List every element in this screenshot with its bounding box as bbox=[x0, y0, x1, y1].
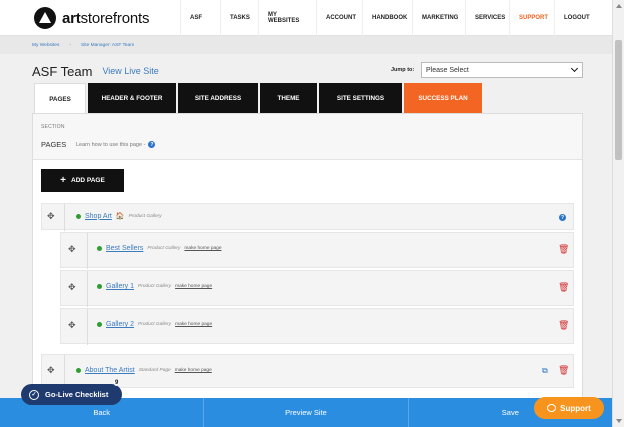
check-circle-icon: ✓ bbox=[29, 389, 39, 400]
nav-tasks[interactable]: TASKS bbox=[220, 0, 258, 36]
make-home-page-link[interactable]: make home page bbox=[175, 284, 212, 289]
page-row-about-the-artist[interactable]: ✥ About The Artist Standard Page make ho… bbox=[41, 354, 574, 389]
page-row-content: Gallery 2 Product Gallery make home page bbox=[97, 321, 212, 328]
nav-my-websites[interactable]: MY WEBSITES bbox=[258, 0, 316, 36]
help-icon[interactable]: ? bbox=[559, 214, 566, 221]
section-help[interactable]: Learn how to use this page - ? bbox=[76, 141, 156, 148]
chevron-down-icon bbox=[570, 64, 579, 73]
jump-to-select[interactable]: Please Select bbox=[421, 62, 583, 78]
page-link-best-sellers[interactable]: Best Sellers bbox=[106, 245, 143, 252]
scroll-thumb[interactable] bbox=[615, 40, 622, 160]
breadcrumb-my-websites[interactable]: My Websites bbox=[32, 43, 59, 48]
tab-success-plan[interactable]: SUCCESS PLAN bbox=[404, 83, 482, 114]
section-header: SECTION PAGES Learn how to use this page… bbox=[33, 114, 582, 160]
nav-support[interactable]: SUPPORT bbox=[509, 0, 554, 36]
help-icon[interactable]: ? bbox=[148, 141, 156, 148]
breadcrumb: My Websites › Site Manager: ASF Team bbox=[0, 36, 612, 54]
add-page-button[interactable]: + ADD PAGE bbox=[41, 169, 124, 192]
add-page-label: ADD PAGE bbox=[71, 177, 105, 184]
pages-panel: SECTION PAGES Learn how to use this page… bbox=[32, 113, 583, 403]
support-label: Support bbox=[560, 403, 591, 413]
row-divider bbox=[87, 309, 88, 345]
drag-handle-icon[interactable]: ✥ bbox=[47, 211, 55, 222]
plus-icon: + bbox=[60, 175, 66, 186]
tab-site-address[interactable]: SITE ADDRESS bbox=[178, 83, 258, 114]
main-menu: ASF TASKS MY WEBSITES ACCOUNT HANDBOOK M… bbox=[180, 0, 594, 36]
copy-icon[interactable]: ⧉ bbox=[542, 366, 548, 376]
nav-marketing[interactable]: MARKETING bbox=[412, 0, 465, 36]
nav-asf[interactable]: ASF bbox=[180, 0, 220, 36]
page-title: ASF Team bbox=[32, 63, 93, 79]
nav-logout[interactable]: LOGOUT bbox=[554, 0, 594, 36]
top-navigation: artstorefronts ASF TASKS MY WEBSITES ACC… bbox=[0, 0, 612, 36]
make-home-page-link[interactable]: make home page bbox=[184, 246, 221, 251]
view-live-site-link[interactable]: View Live Site bbox=[102, 66, 158, 76]
brand-name: artstorefronts bbox=[62, 9, 150, 27]
page-row-content: Shop Art 🏠 Product Gallery bbox=[76, 212, 162, 220]
row-divider bbox=[87, 271, 88, 307]
status-dot-icon bbox=[76, 213, 81, 219]
page-row-content: Best Sellers Product Gallery make home p… bbox=[97, 245, 222, 252]
page-scrollbar[interactable] bbox=[612, 0, 624, 427]
trash-icon[interactable]: 🗑 bbox=[558, 244, 569, 255]
page-header: ASF Team View Live Site bbox=[32, 62, 159, 80]
status-dot-icon bbox=[76, 368, 81, 373]
support-chat-button[interactable]: Support bbox=[534, 397, 604, 419]
trash-icon[interactable]: 🗑 bbox=[558, 320, 569, 331]
drag-handle-icon[interactable]: ✥ bbox=[47, 365, 55, 376]
section-label: SECTION bbox=[41, 124, 65, 130]
tab-pages[interactable]: PAGES bbox=[34, 83, 86, 114]
drag-handle-icon[interactable]: ✥ bbox=[68, 244, 76, 255]
status-dot-icon bbox=[97, 284, 102, 289]
home-icon: 🏠 bbox=[115, 213, 125, 220]
drag-handle-icon[interactable]: ✥ bbox=[68, 320, 76, 331]
breadcrumb-separator: › bbox=[69, 42, 71, 48]
brand-logo[interactable]: artstorefronts bbox=[34, 6, 149, 30]
breadcrumb-site-manager[interactable]: Site Manager: ASF Team bbox=[81, 43, 134, 48]
section-name: PAGES bbox=[41, 140, 67, 149]
trash-icon[interactable]: 🗑 bbox=[558, 365, 569, 376]
page-type: Product Gallery bbox=[147, 246, 181, 251]
page-row-content: Gallery 1 Product Gallery make home page bbox=[97, 283, 212, 290]
make-home-page-link[interactable]: make home page bbox=[175, 322, 212, 327]
row-divider bbox=[64, 204, 65, 231]
tab-header-footer[interactable]: HEADER & FOOTER bbox=[88, 83, 176, 114]
go-live-checklist-button[interactable]: ✓ Go-Live Checklist bbox=[21, 384, 122, 405]
chat-bubble-icon bbox=[547, 404, 557, 412]
page-link-about-the-artist[interactable]: About The Artist bbox=[85, 367, 135, 374]
page-link-gallery-1[interactable]: Gallery 1 bbox=[106, 283, 134, 290]
page-row-content: About The Artist Standard Page make home… bbox=[76, 367, 212, 374]
page-type: Product Gallery bbox=[128, 213, 162, 219]
jump-to-value: Please Select bbox=[426, 66, 469, 74]
make-home-page-link[interactable]: make home page bbox=[175, 368, 212, 373]
nav-services[interactable]: SERVICES bbox=[465, 0, 509, 36]
go-live-checklist-label: Go-Live Checklist bbox=[45, 390, 109, 399]
preview-site-button[interactable]: Preview Site bbox=[204, 398, 409, 427]
scroll-down-arrow-icon[interactable] bbox=[616, 419, 622, 423]
page-row-gallery-2[interactable]: ✥ Gallery 2 Product Gallery make home pa… bbox=[60, 308, 574, 345]
status-dot-icon bbox=[97, 246, 102, 251]
scroll-up-arrow-icon[interactable] bbox=[616, 4, 622, 8]
tab-bar: PAGES HEADER & FOOTER SITE ADDRESS THEME… bbox=[34, 83, 482, 114]
page-type: Standard Page bbox=[138, 368, 171, 373]
page-type: Product Gallery bbox=[138, 322, 172, 327]
page-link-gallery-2[interactable]: Gallery 2 bbox=[106, 321, 134, 328]
jump-to-label: Jump to: bbox=[391, 67, 415, 73]
trash-icon[interactable]: 🗑 bbox=[558, 282, 569, 293]
page-row-shop-art[interactable]: ✥ Shop Art 🏠 Product Gallery ? bbox=[41, 203, 574, 231]
page-link-shop-art[interactable]: Shop Art bbox=[85, 213, 112, 220]
tab-theme[interactable]: THEME bbox=[260, 83, 317, 114]
tab-site-settings[interactable]: SITE SETTINGS bbox=[319, 83, 402, 114]
row-divider bbox=[87, 233, 88, 269]
status-dot-icon bbox=[97, 322, 102, 327]
nav-account[interactable]: ACCOUNT bbox=[316, 0, 362, 36]
page-type: Product Gallery bbox=[138, 284, 172, 289]
drag-handle-icon[interactable]: ✥ bbox=[68, 282, 76, 293]
nav-handbook[interactable]: HANDBOOK bbox=[362, 0, 412, 36]
brand-mark-icon bbox=[34, 7, 56, 29]
page-row-gallery-1[interactable]: ✥ Gallery 1 Product Gallery make home pa… bbox=[60, 270, 574, 307]
section-help-text[interactable]: Learn how to use this page - bbox=[76, 142, 145, 148]
page-row-best-sellers[interactable]: ✥ Best Sellers Product Gallery make home… bbox=[60, 232, 574, 269]
